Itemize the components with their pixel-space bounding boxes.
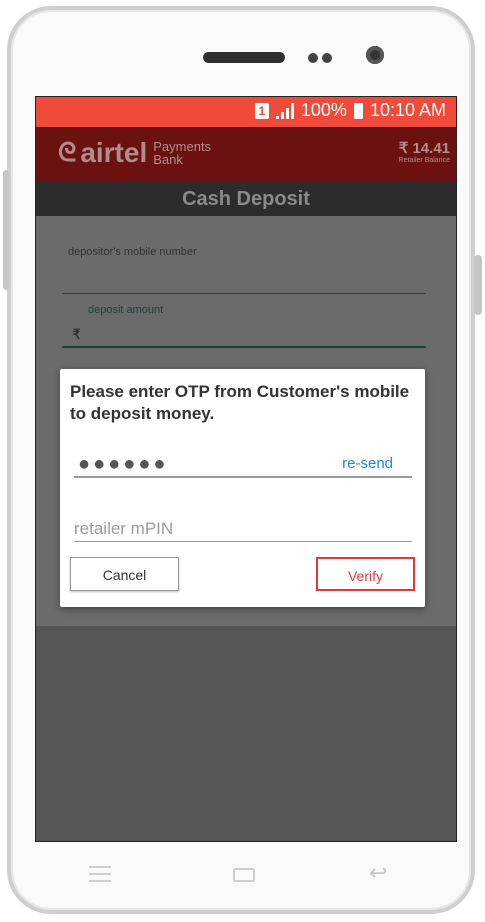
deposit-amount-label: deposit amount — [88, 304, 164, 316]
otp-dialog: Please enter OTP from Customer's mobile … — [60, 369, 425, 607]
balance-label: Retailer Balance — [398, 157, 450, 164]
back-icon[interactable]: ↩ — [369, 860, 387, 886]
mobile-number-label: depositor's mobile number — [68, 246, 197, 258]
balance-amount: ₹ 14.41 — [398, 140, 450, 157]
cancel-button[interactable]: Cancel — [70, 557, 179, 591]
navigation-bar: ↩ — [35, 852, 455, 898]
otp-dialog-title: Please enter OTP from Customer's mobile … — [70, 382, 410, 423]
volume-button — [3, 170, 9, 290]
battery-icon — [353, 102, 363, 119]
verify-button[interactable]: Verify — [316, 557, 415, 591]
earpiece-speaker — [203, 52, 285, 63]
otp-input[interactable]: ●●●●●● — [78, 453, 168, 476]
status-time: 10:10 AM — [369, 100, 446, 120]
proximity-sensor — [308, 53, 318, 63]
signal-icon — [275, 102, 294, 119]
front-camera — [366, 46, 384, 64]
logo-word: airtel — [80, 137, 148, 168]
page-title: Cash Deposit — [36, 182, 456, 216]
sim-icon: 1 — [254, 102, 269, 119]
airtel-logo: ᘓ airtel Payments Bank — [58, 137, 211, 169]
otp-underline — [74, 476, 412, 478]
status-bar: 1 100% 10:10 AM — [36, 97, 456, 127]
battery-percent: 100% — [300, 100, 347, 120]
mobile-number-input[interactable] — [62, 293, 426, 294]
light-sensor — [322, 53, 332, 63]
resend-link[interactable]: re-send — [342, 455, 393, 472]
power-button — [474, 255, 482, 315]
mpin-input[interactable]: retailer mPIN — [74, 519, 173, 539]
deposit-amount-input[interactable] — [62, 346, 426, 348]
rupee-prefix: ₹ — [72, 326, 81, 342]
app-bar: ᘓ airtel Payments Bank ₹ 14.41 Retailer … — [36, 127, 456, 182]
mpin-underline — [74, 541, 412, 542]
airtel-swirl-icon: ᘓ — [58, 137, 77, 167]
screen: 1 100% 10:10 AM ᘓ airtel Payments Bank ₹… — [35, 96, 457, 842]
logo-sub: Payments Bank — [153, 140, 211, 166]
home-icon[interactable] — [233, 868, 255, 882]
logo-sub-line2: Bank — [153, 152, 183, 167]
retailer-balance: ₹ 14.41 Retailer Balance — [399, 139, 450, 164]
menu-icon[interactable] — [89, 866, 111, 882]
